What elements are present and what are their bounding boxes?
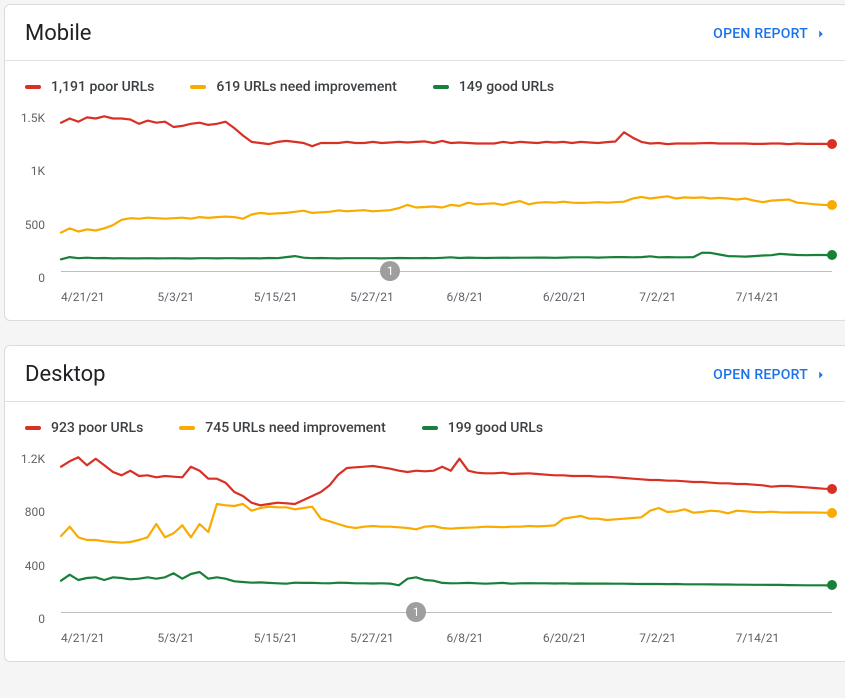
x-tick: 6/20/21 [543, 290, 639, 304]
x-tick: 7/14/21 [736, 631, 832, 645]
x-tick: 5/3/21 [157, 631, 253, 645]
chevron-right-icon [814, 27, 828, 41]
legend-label: 199 good URLs [448, 420, 543, 436]
y-tick: 1K [31, 164, 45, 178]
swatch-needs [190, 85, 206, 89]
legend-label: 1,191 poor URLs [51, 79, 154, 95]
y-axis: 04008001.2K [5, 452, 53, 619]
swatch-needs [179, 426, 195, 430]
card-header: Desktop OPEN REPORT [5, 346, 845, 401]
open-report-label: OPEN REPORT [713, 26, 808, 42]
y-tick: 800 [25, 505, 45, 519]
legend-label: 619 URLs need improvement [216, 79, 396, 95]
x-tick: 7/2/21 [639, 631, 735, 645]
y-tick: 1.2K [21, 452, 45, 466]
series-end-dot [827, 580, 837, 590]
x-axis: 4/21/215/3/215/15/215/27/216/8/216/20/21… [61, 272, 832, 320]
swatch-good [433, 85, 449, 89]
series-line [61, 196, 832, 232]
series-end-dot [827, 484, 837, 494]
legend-item-needs: 619 URLs need improvement [190, 79, 396, 95]
series-line [61, 116, 832, 146]
legend-item-needs: 745 URLs need improvement [179, 420, 385, 436]
legend-label: 745 URLs need improvement [205, 420, 385, 436]
y-tick: 0 [38, 612, 45, 626]
legend-label: 149 good URLs [459, 79, 554, 95]
event-marker[interactable]: 1 [380, 261, 400, 281]
x-tick: 5/15/21 [254, 290, 350, 304]
open-report-link[interactable]: OPEN REPORT [713, 367, 828, 383]
chevron-right-icon [814, 368, 828, 382]
swatch-good [422, 426, 438, 430]
card-title: Desktop [25, 362, 106, 387]
series-line [61, 253, 832, 260]
chart: 0 400 800 1.2K 1 4/21/215/3/215/15/215/27/2… [5, 444, 845, 661]
plot-area: 1 [61, 111, 832, 272]
x-tick: 6/20/21 [543, 631, 639, 645]
mobile-card: Mobile OPEN REPORT 1,191 poor URLs 619 U… [4, 4, 845, 321]
x-tick: 5/3/21 [157, 290, 253, 304]
series-end-dot [827, 250, 837, 260]
series-line [61, 572, 832, 586]
plot-area: 1 [61, 452, 832, 613]
series-line [61, 457, 832, 505]
x-tick: 5/27/21 [350, 290, 446, 304]
card-title: Mobile [25, 21, 91, 46]
chart: 0 500 1K 1.5K 1 4/21/215/3/215/15/215/27/21… [5, 103, 845, 320]
legend: 923 poor URLs 745 URLs need improvement … [5, 402, 845, 444]
swatch-poor [25, 426, 41, 430]
x-tick: 6/8/21 [447, 631, 543, 645]
chart-lines [61, 111, 832, 271]
chart-lines [61, 452, 832, 612]
swatch-poor [25, 85, 41, 89]
y-tick: 1.5K [21, 111, 45, 125]
x-tick: 7/2/21 [639, 290, 735, 304]
x-tick: 5/27/21 [350, 631, 446, 645]
legend-item-good: 199 good URLs [422, 420, 543, 436]
x-tick: 4/21/21 [61, 290, 157, 304]
event-marker[interactable]: 1 [406, 602, 426, 622]
x-tick: 7/14/21 [736, 290, 832, 304]
series-end-dot [827, 200, 837, 210]
x-tick: 6/8/21 [447, 290, 543, 304]
card-header: Mobile OPEN REPORT [5, 5, 845, 60]
legend-item-poor: 1,191 poor URLs [25, 79, 154, 95]
legend-item-poor: 923 poor URLs [25, 420, 143, 436]
open-report-label: OPEN REPORT [713, 367, 808, 383]
open-report-link[interactable]: OPEN REPORT [713, 26, 828, 42]
x-axis: 4/21/215/3/215/15/215/27/216/8/216/20/21… [61, 613, 832, 661]
y-tick: 0 [38, 271, 45, 285]
y-tick: 500 [25, 218, 45, 232]
y-axis: 05001K1.5K [5, 111, 53, 278]
series-end-dot [827, 508, 837, 518]
y-tick: 400 [25, 559, 45, 573]
series-end-dot [827, 139, 837, 149]
legend-item-good: 149 good URLs [433, 79, 554, 95]
legend-label: 923 poor URLs [51, 420, 143, 436]
series-line [61, 504, 832, 543]
desktop-card: Desktop OPEN REPORT 923 poor URLs 745 UR… [4, 345, 845, 662]
x-tick: 4/21/21 [61, 631, 157, 645]
x-tick: 5/15/21 [254, 631, 350, 645]
legend: 1,191 poor URLs 619 URLs need improvemen… [5, 61, 845, 103]
